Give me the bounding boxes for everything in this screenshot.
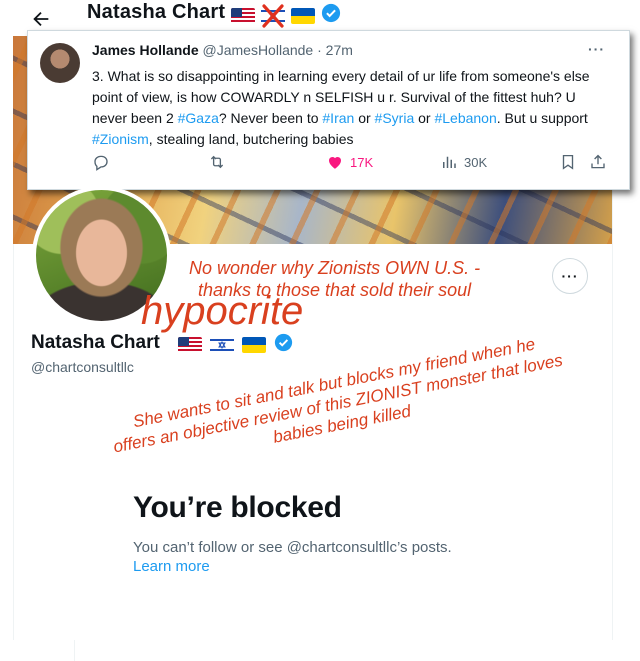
bookmark-button[interactable] <box>559 153 577 171</box>
views-icon <box>443 156 456 168</box>
profile-flags <box>178 333 293 357</box>
hashtag-zionism[interactable]: #Zionism <box>92 131 149 147</box>
learn-more-link[interactable]: Learn more <box>133 558 210 575</box>
reply-button[interactable] <box>92 153 110 171</box>
header-flags <box>231 3 341 28</box>
tweet-avatar[interactable] <box>40 43 80 83</box>
bookmark-icon <box>562 154 574 170</box>
like-button[interactable]: 17K <box>326 153 373 171</box>
annotation-line: offers an objective review of this ZIONI… <box>111 350 565 457</box>
tweet-more-button[interactable]: ··· <box>588 41 605 57</box>
back-arrow-icon[interactable] <box>30 8 52 30</box>
tweet-time[interactable]: 27m <box>326 42 353 58</box>
profile-more-button[interactable]: ··· <box>552 258 588 294</box>
verified-badge-icon <box>321 3 341 28</box>
tweet-author-handle[interactable]: @JamesHollande <box>203 42 314 58</box>
israel-flag-icon <box>210 337 234 353</box>
hashtag-iran[interactable]: #Iran <box>322 110 354 126</box>
ukraine-flag-icon <box>242 337 266 353</box>
tweet-separator: · <box>317 42 322 58</box>
tweet-text-part: or <box>414 110 435 126</box>
blocked-description: You can’t follow or see @chartconsultllc… <box>133 539 452 556</box>
view-count: 30K <box>464 154 488 170</box>
like-count: 17K <box>350 154 374 170</box>
divider <box>74 640 75 661</box>
tweet-actions: 17K 30K <box>92 153 614 173</box>
tweet-header: James Hollande @JamesHollande · 27m <box>92 42 353 58</box>
us-flag-icon <box>178 337 202 353</box>
tweet-text: 3. What is so disappointing in learning … <box>92 66 612 150</box>
tweet-text-part: ? Never been to <box>218 110 323 126</box>
profile-handle: @chartconsultllc <box>31 359 134 375</box>
repost-button[interactable] <box>208 153 226 171</box>
share-button[interactable] <box>589 153 607 171</box>
share-icon <box>591 154 605 169</box>
tweet-author-name[interactable]: James Hollande <box>92 42 199 58</box>
profile-name: Natasha Chart <box>31 332 160 353</box>
ukraine-flag-icon <box>291 7 315 24</box>
hashtag-lebanon[interactable]: #Lebanon <box>434 110 496 126</box>
tweet-text-part: . But u support <box>496 110 588 126</box>
us-flag-icon <box>231 7 255 24</box>
tweet-text-part: or <box>354 110 375 126</box>
crossed-out-israel-flag-icon <box>261 3 285 28</box>
hashtag-gaza[interactable]: #Gaza <box>178 110 219 126</box>
header-title: Natasha Chart <box>87 1 226 23</box>
verified-badge-icon <box>274 333 293 357</box>
annotation-line: No wonder why Zionists OWN U.S. - <box>189 258 481 278</box>
hashtag-syria[interactable]: #Syria <box>375 110 415 126</box>
heart-icon <box>329 157 341 169</box>
embedded-tweet[interactable]: James Hollande @JamesHollande · 27m ··· … <box>27 30 630 190</box>
overlay-annotation-hypocrite: hypocrite <box>141 289 304 333</box>
blocked-title: You’re blocked <box>133 491 342 524</box>
views-button[interactable]: 30K <box>440 153 487 171</box>
repost-icon <box>210 155 224 169</box>
reply-icon <box>94 155 108 171</box>
tweet-text-part: , stealing land, butchering babies <box>148 131 354 147</box>
